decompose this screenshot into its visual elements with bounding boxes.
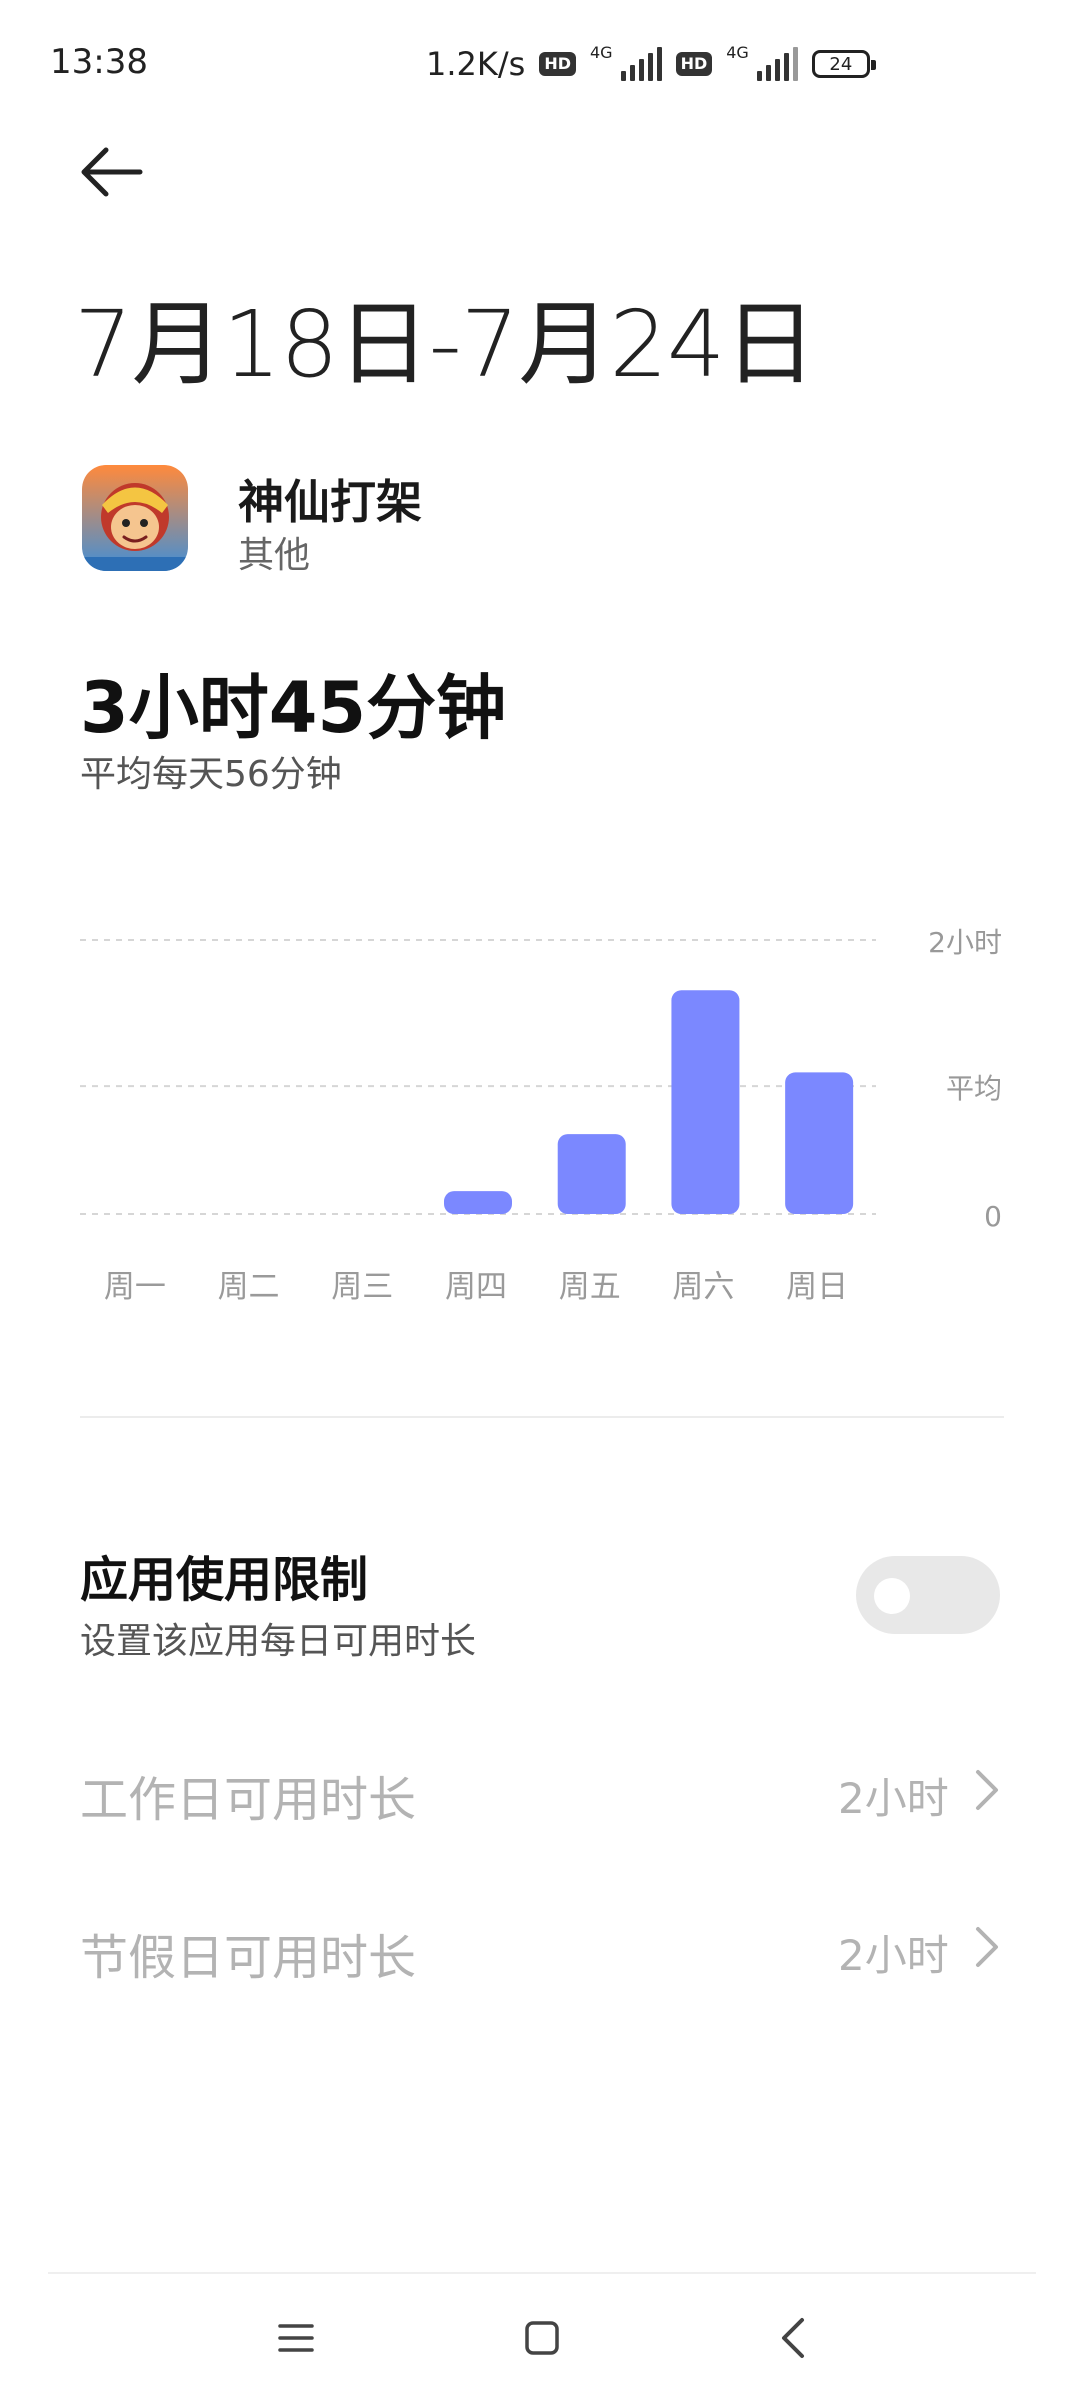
- workday-limit-value: 2小时: [838, 1774, 949, 1823]
- usage-bar-chart: 2小时平均 0 周一 周二 周三 周四 周五 周六 周日: [80, 926, 1002, 1305]
- x-tick-label: 周六: [672, 1269, 734, 1305]
- hd-badge-1: HD: [539, 52, 576, 76]
- x-tick-label: 周三: [331, 1269, 393, 1305]
- bar-周五[interactable]: [557, 1134, 626, 1214]
- app-name: 神仙打架: [238, 475, 422, 529]
- x-tick-label: 周五: [559, 1269, 621, 1305]
- home-icon[interactable]: [522, 2318, 562, 2358]
- y-tick-label: 0: [984, 1200, 1002, 1233]
- holiday-limit-value: 2小时: [838, 1931, 949, 1980]
- chevron-right-icon[interactable]: [972, 1768, 1002, 1812]
- bar-周四[interactable]: [444, 1191, 512, 1214]
- network-type-1: 4G: [590, 42, 613, 62]
- x-tick-label: 周一: [104, 1269, 166, 1305]
- limit-subtitle: 设置该应用每日可用时长: [80, 1621, 477, 1662]
- signal-icon: [620, 47, 662, 81]
- app-category: 其他: [238, 535, 311, 576]
- battery-level: 24: [829, 53, 853, 75]
- arrow-left-icon[interactable]: [76, 142, 146, 202]
- bar-周六[interactable]: [671, 990, 740, 1214]
- network-type-2: 4G: [726, 42, 749, 62]
- network-speed: 1.2K/s: [426, 45, 526, 83]
- limit-title: 应用使用限制: [80, 1552, 369, 1608]
- app-icon: [82, 465, 188, 571]
- y-tick-label: 2小时: [928, 926, 1002, 959]
- bar-周日[interactable]: [785, 1072, 854, 1214]
- y-tick-label: 平均: [946, 1072, 1002, 1105]
- signal-icon: [756, 47, 798, 81]
- divider: [80, 1416, 1004, 1418]
- battery-icon: 24: [811, 50, 876, 78]
- limit-toggle[interactable]: [856, 1556, 1000, 1634]
- x-tick-label: 周日: [786, 1269, 848, 1305]
- x-tick-label: 周二: [218, 1269, 280, 1305]
- status-time: 13:38: [50, 42, 148, 82]
- nav-divider: [48, 2272, 1036, 2274]
- average-usage: 平均每天56分钟: [80, 754, 342, 795]
- chevron-right-icon[interactable]: [972, 1925, 1002, 1969]
- toggle-knob: [874, 1578, 910, 1614]
- x-tick-label: 周四: [445, 1269, 507, 1305]
- workday-limit-label[interactable]: 工作日可用时长: [80, 1760, 416, 1830]
- menu-icon[interactable]: [276, 2318, 316, 2358]
- back-icon[interactable]: [776, 2316, 812, 2360]
- page-title: 7月18日-7月24日: [74, 291, 816, 398]
- status-indicators: 1.2K/s HD 4G HD 4G 24: [426, 40, 876, 88]
- total-usage: 3小时45分钟: [80, 667, 507, 749]
- hd-badge-2: HD: [675, 52, 713, 76]
- holiday-limit-label[interactable]: 节假日可用时长: [80, 1918, 416, 1988]
